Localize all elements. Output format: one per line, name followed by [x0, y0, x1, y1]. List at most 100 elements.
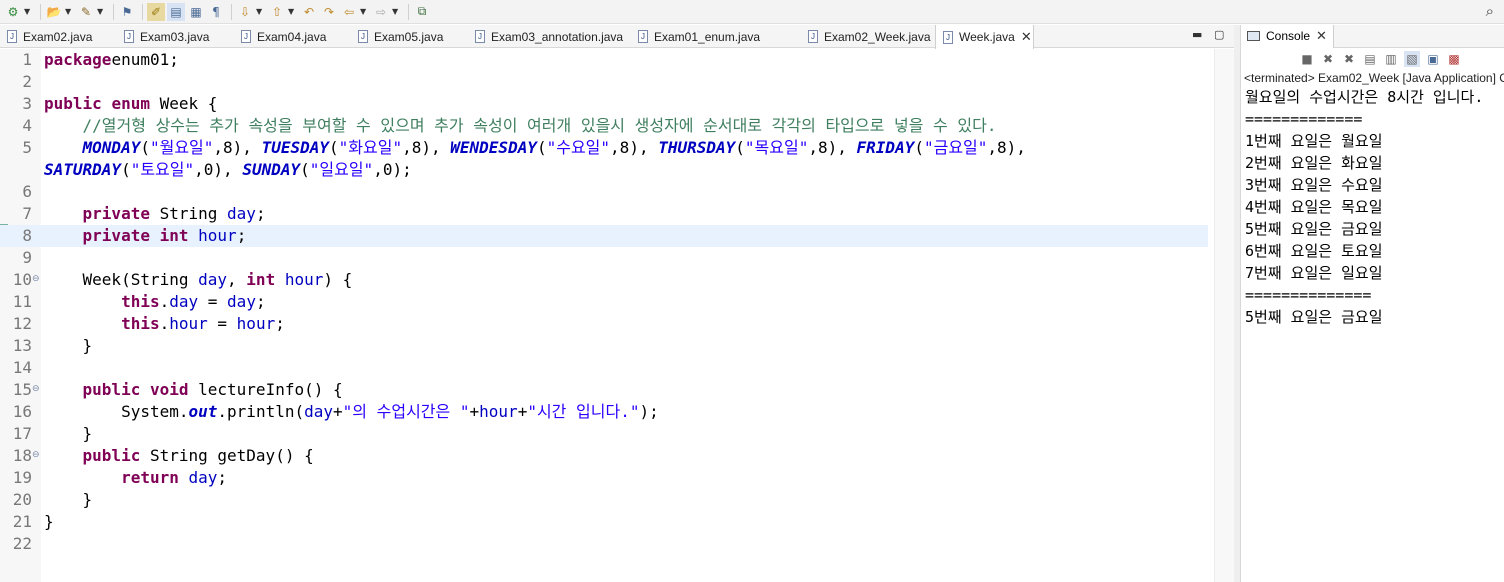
highlight-icon[interactable]: ▤ [167, 2, 185, 21]
editor-tab[interactable]: J Week.java ✕ [935, 25, 1034, 49]
chevron-down-icon[interactable]: ▼ [288, 7, 296, 16]
code-text: public String getDay() { [44, 445, 314, 467]
minimize-icon[interactable]: ▬ [1192, 28, 1202, 41]
code-line[interactable]: 12 this.hour = hour; [0, 313, 1208, 335]
code-text: public void lectureInfo() { [44, 379, 343, 401]
code-text: } [44, 489, 93, 511]
tools-icon[interactable]: ✎ [77, 3, 95, 21]
editor-tab[interactable]: J Exam02.java [0, 25, 117, 48]
search-icon[interactable]: ⌕ [1486, 2, 1494, 20]
debug-icon[interactable]: ⚙ [4, 3, 22, 21]
chevron-down-icon[interactable]: ▼ [97, 7, 105, 16]
word-wrap-icon[interactable]: ▧ [1404, 51, 1420, 67]
close-icon[interactable]: ✕ [1316, 28, 1327, 44]
code-token: hour [236, 314, 276, 333]
console-line: 월요일의 수업시간은 8시간 입니다. [1245, 88, 1484, 106]
remove-all-icon[interactable]: ✖ [1341, 51, 1357, 67]
block-icon[interactable]: ▦ [187, 3, 205, 21]
chevron-down-icon[interactable]: ▼ [65, 7, 73, 16]
display-console-icon[interactable]: ▩ [1446, 51, 1462, 67]
maximize-icon[interactable]: ▢ [1214, 28, 1224, 41]
editor-tab[interactable]: J Exam04.java [234, 25, 351, 48]
external-tools-icon[interactable]: ⚑ [118, 3, 136, 21]
open-perspective-icon[interactable]: ⧉ [413, 3, 431, 21]
code-line[interactable]: 5 MONDAY("월요일",8), TUESDAY("화요일",8), WEN… [0, 137, 1208, 159]
prev-annotation-icon[interactable]: ⇧ [268, 3, 286, 21]
code-token: .println( [217, 402, 305, 421]
code-token: + [469, 402, 480, 421]
code-line[interactable]: 16 System.out.println(day+"의 수업시간은 "+hou… [0, 401, 1208, 423]
pin-console-icon[interactable]: ▣ [1425, 51, 1441, 67]
code-line[interactable]: 14 [0, 357, 1208, 379]
line-number: 11 [12, 292, 32, 311]
open-icon[interactable]: 📂 [45, 3, 63, 21]
close-icon[interactable]: ✕ [1021, 29, 1032, 45]
code-line[interactable]: 10 ⊖ Week(String day, int hour) { [0, 269, 1208, 291]
code-line[interactable]: 11 this.day = day; [0, 291, 1208, 313]
chevron-down-icon[interactable]: ▼ [256, 7, 264, 16]
pilcrow-icon[interactable]: ¶ [207, 3, 225, 21]
code-token: "목요일" [744, 138, 809, 157]
code-line[interactable]: 20 } [0, 489, 1208, 511]
fold-toggle-icon[interactable]: ⊖ [32, 275, 40, 284]
console-line: 3번째 요일은 수요일 [1245, 176, 1383, 194]
chevron-down-icon[interactable]: ▼ [24, 7, 32, 16]
code-line[interactable]: 9 [0, 247, 1208, 269]
code-line[interactable]: 13 } [0, 335, 1208, 357]
console-output[interactable]: 월요일의 수업시간은 8시간 입니다. ============= 1번째 요일은 … [1241, 86, 1504, 328]
editor-tab[interactable]: J Exam02_Week.java [801, 25, 935, 48]
annotation-icon[interactable]: ✐ [147, 2, 165, 21]
back-icon[interactable]: ↶ [300, 3, 318, 21]
code-line[interactable]: 2 [0, 71, 1208, 93]
clear-console-icon[interactable]: ▤ [1362, 51, 1378, 67]
remove-launch-icon[interactable]: ✖ [1320, 51, 1336, 67]
code-token: this [121, 292, 160, 311]
code-token: "의 수업시간은 " [342, 402, 470, 421]
code-line[interactable]: 6 [0, 181, 1208, 203]
code-line[interactable]: 21} [0, 511, 1208, 533]
editor-tab[interactable]: J Exam03_annotation.java [468, 25, 631, 48]
terminate-icon[interactable]: ■ [1299, 51, 1315, 67]
code-token: int [246, 270, 276, 289]
code-token: ; [217, 468, 228, 487]
nav-forward-icon[interactable]: ⇨ [372, 3, 390, 21]
code-line[interactable]: 17 } [0, 423, 1208, 445]
forward-icon[interactable]: ↷ [320, 3, 338, 21]
console-icon [1247, 31, 1260, 41]
code-line[interactable]: 7 private String day; [0, 203, 1208, 225]
fold-toggle-icon[interactable]: ⊖ [32, 385, 40, 394]
code-line[interactable]: 3 public enum Week { [0, 93, 1208, 115]
scroll-lock-icon[interactable]: ▥ [1383, 51, 1399, 67]
console-view: Console ✕ ■ ✖ ✖ ▤ ▥ ▧ ▣ ▩ <terminated> E… [1240, 24, 1504, 582]
console-line: 2번째 요일은 화요일 [1245, 154, 1383, 172]
code-line[interactable]: 18 ⊖ public String getDay() { [0, 445, 1208, 467]
code-token: "시간 입니다." [527, 402, 640, 421]
editor-tab[interactable]: J Exam03.java [117, 25, 234, 48]
chevron-down-icon[interactable]: ▼ [360, 7, 368, 16]
java-file-icon: J [241, 30, 251, 43]
code-line[interactable]: 1 packageenum01; [0, 49, 1208, 71]
code-line[interactable]: 22 [0, 533, 1208, 555]
code-editor[interactable]: 1 packageenum01; 2 3 public enum Week {4 //열… [0, 49, 1234, 582]
next-annotation-icon[interactable]: ⇩ [236, 3, 254, 21]
tab-console[interactable]: Console ✕ [1241, 24, 1334, 48]
code-token: out [188, 402, 218, 421]
chevron-down-icon[interactable]: ▼ [392, 7, 400, 16]
editor-tab[interactable]: J Exam01_enum.java [631, 25, 801, 48]
editor-tab-label: Week.java [959, 30, 1015, 44]
code-token: hour [169, 314, 208, 333]
code-line[interactable]: SATURDAY("토요일",0), SUNDAY("일요일",0); [0, 159, 1208, 181]
console-line: 1번째 요일은 월요일 [1245, 132, 1383, 150]
code-line[interactable]: 15 ⊖ public void lectureInfo() { [0, 379, 1208, 401]
editor-tab[interactable]: J Exam05.java [351, 25, 468, 48]
line-number: 17 [12, 424, 32, 443]
nav-back-icon[interactable]: ⇦ [340, 3, 358, 21]
console-line: 4번째 요일은 목요일 [1245, 198, 1383, 216]
editor-scrollbar[interactable] [1214, 49, 1234, 582]
toolbar-divider [408, 3, 409, 20]
code-line[interactable]: 8 private int hour; [0, 225, 1208, 247]
code-line[interactable]: 19 return day; [0, 467, 1208, 489]
fold-toggle-icon[interactable]: ⊖ [32, 451, 40, 460]
code-line[interactable]: 4 //열거형 상수는 추가 속성을 부여할 수 있으며 추가 속성이 여러개 … [0, 115, 1208, 137]
